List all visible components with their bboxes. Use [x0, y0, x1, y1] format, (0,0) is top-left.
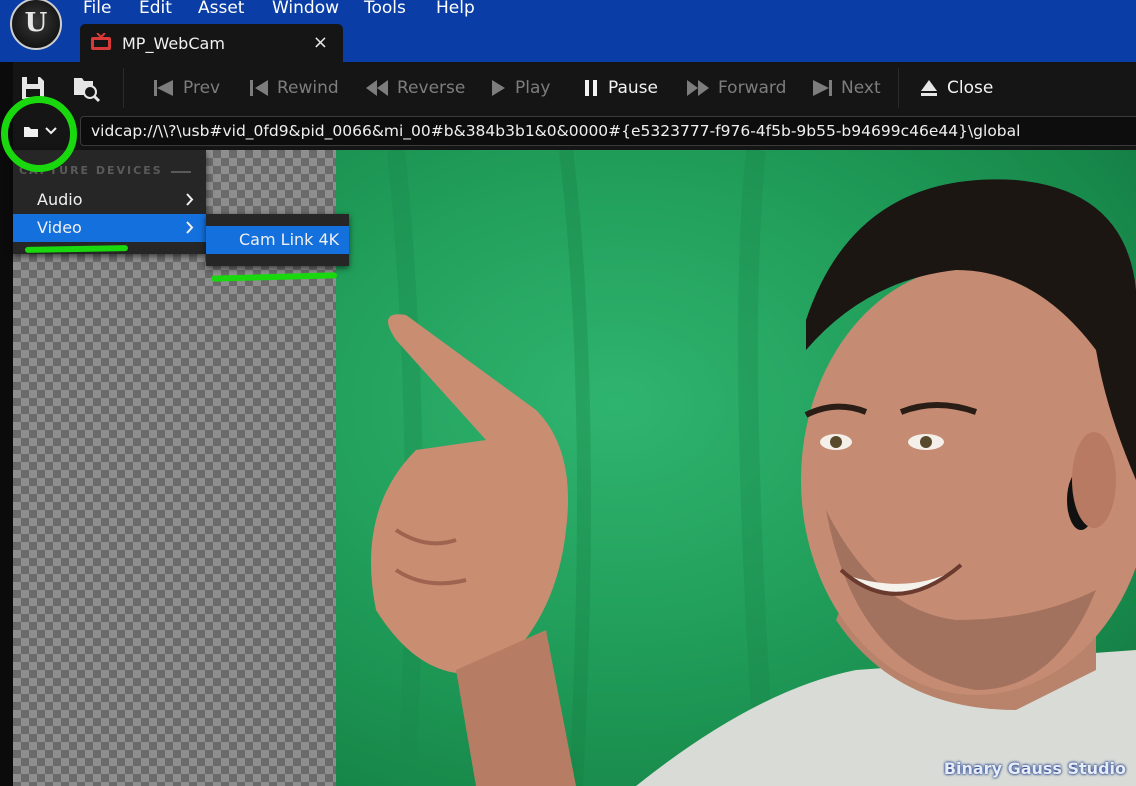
watermark: Binary Gauss Studio — [943, 759, 1126, 778]
reverse-icon — [366, 80, 388, 96]
rewind-icon — [250, 80, 268, 96]
play-icon — [492, 80, 505, 96]
chevron-right-icon — [186, 193, 194, 206]
menu-asset[interactable]: Asset — [198, 0, 244, 17]
toolbar-divider — [898, 68, 899, 108]
video-devices-submenu: Cam Link 4K — [206, 214, 349, 266]
media-url-input[interactable]: vidcap://\\?\usb#vid_0fd9&pid_0066&mi_00… — [80, 116, 1136, 146]
presenter-image — [371, 150, 1136, 786]
next-button[interactable]: Next — [811, 76, 881, 100]
eject-icon — [921, 80, 937, 96]
menu-window[interactable]: Window — [272, 0, 339, 17]
menu-file[interactable]: File — [83, 0, 111, 17]
rewind-button[interactable]: Rewind — [249, 76, 339, 100]
reverse-button[interactable]: Reverse — [365, 76, 465, 100]
url-bar: vidcap://\\?\usb#vid_0fd9&pid_0066&mi_00… — [13, 112, 1136, 150]
menu-bar: U File Edit Asset Window Tools Help MP_W… — [0, 0, 1136, 62]
unreal-logo[interactable]: U — [10, 0, 62, 50]
pause-button[interactable]: Pause — [582, 76, 658, 100]
tv-icon — [91, 33, 111, 50]
next-icon — [813, 80, 832, 96]
forward-icon — [687, 80, 709, 96]
annotation-circle — [1, 96, 77, 172]
toolbar-divider — [123, 68, 124, 108]
forward-button[interactable]: Forward — [686, 76, 786, 100]
editor-tab[interactable]: MP_WebCam × — [80, 24, 343, 62]
toolbar: Prev Rewind Reverse Play Pause Forward N… — [13, 62, 1136, 112]
webcam-video-frame: Binary Gauss Studio — [336, 150, 1136, 786]
prev-icon — [154, 80, 173, 96]
prev-button[interactable]: Prev — [153, 76, 220, 100]
menu-item-audio[interactable]: Audio — [13, 186, 206, 214]
browse-asset-icon[interactable] — [71, 73, 101, 103]
play-button[interactable]: Play — [489, 76, 550, 100]
chevron-right-icon — [186, 221, 194, 234]
menu-item-video[interactable]: Video — [13, 214, 206, 242]
menu-item-cam-link-4k[interactable]: Cam Link 4K — [206, 226, 349, 254]
pause-icon — [585, 80, 597, 96]
close-media-button[interactable]: Close — [919, 76, 993, 100]
tab-title: MP_WebCam — [122, 34, 225, 53]
menu-tools[interactable]: Tools — [364, 0, 406, 17]
menu-edit[interactable]: Edit — [139, 0, 172, 17]
tab-close-button[interactable]: × — [313, 32, 328, 53]
menu-header-line — [171, 171, 191, 173]
menu-help[interactable]: Help — [436, 0, 475, 17]
